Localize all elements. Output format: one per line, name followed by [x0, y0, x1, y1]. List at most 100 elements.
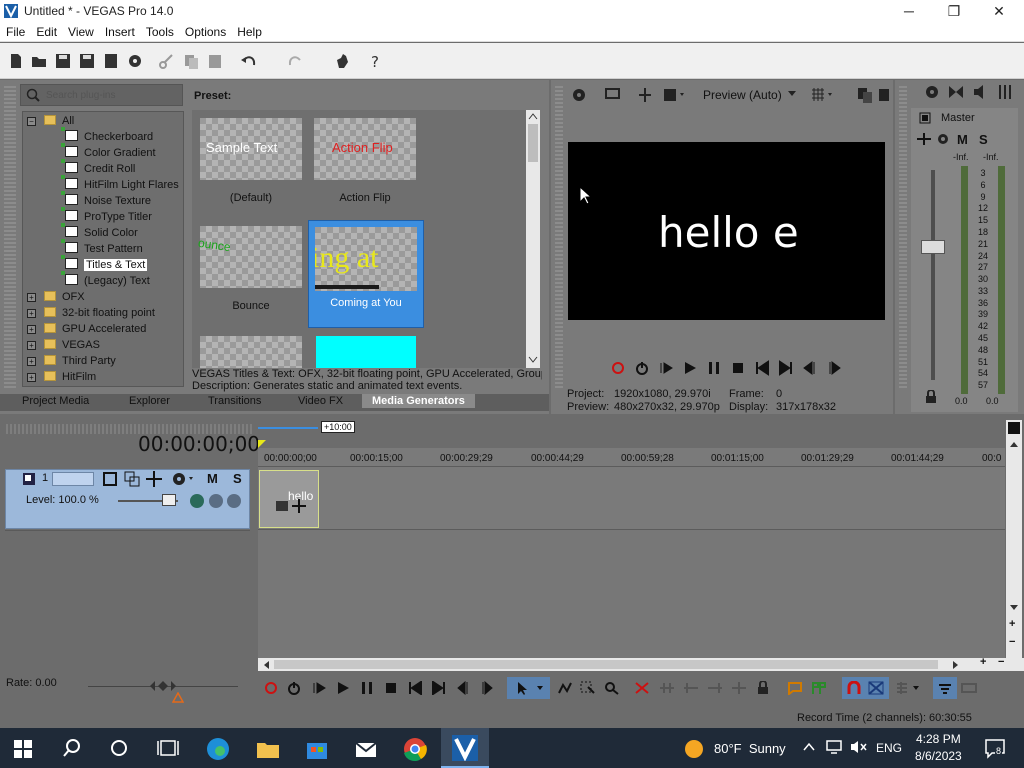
save-as-icon[interactable]	[78, 52, 96, 70]
menu-edit[interactable]: Edit	[30, 23, 62, 39]
mixer-sliders-icon[interactable]	[996, 84, 1014, 100]
record-icon[interactable]	[610, 360, 626, 376]
track-name-field[interactable]	[52, 472, 94, 486]
menu-options[interactable]: Options	[179, 23, 231, 39]
zoom-in-horizontal-button[interactable]: +	[980, 656, 986, 668]
lock-envelopes-toggle[interactable]	[933, 677, 957, 699]
preset-scroll-thumb[interactable]	[528, 124, 538, 162]
trim-start-icon[interactable]	[683, 681, 699, 695]
track-fx-icon[interactable]	[146, 471, 162, 487]
timeline-scroll-left-icon[interactable]	[262, 660, 270, 670]
preview-panel-grip[interactable]	[555, 84, 563, 390]
microsoft-store-icon[interactable]	[304, 736, 330, 762]
timeline-loop-icon[interactable]	[287, 681, 301, 695]
timeline-go-to-end-icon[interactable]	[432, 681, 446, 695]
preset-cyan-thumbnail[interactable]	[316, 336, 416, 368]
cut-icon[interactable]	[158, 52, 176, 70]
master-mute-button[interactable]: M	[957, 132, 968, 147]
preview-quality-icon[interactable]	[662, 86, 688, 104]
hand-icon[interactable]	[334, 52, 352, 70]
properties-gear-icon[interactable]	[126, 52, 144, 70]
event-fx-icon[interactable]	[292, 499, 306, 513]
weather-sun-icon[interactable]	[683, 738, 705, 760]
timeline-previous-frame-icon[interactable]	[456, 681, 470, 695]
ignore-grouping-icon[interactable]	[961, 681, 977, 695]
hello-text-clip[interactable]: hello	[259, 470, 319, 528]
split-screen-icon[interactable]	[636, 86, 654, 104]
loop-icon[interactable]	[634, 360, 650, 376]
tree-folder-item[interactable]: + GPU Accelerated	[27, 321, 146, 337]
tree-folder-item[interactable]: − All	[27, 113, 74, 129]
tree-plugin-item[interactable]: HitFilm Light Flares	[61, 175, 179, 193]
open-folder-icon[interactable]	[30, 52, 48, 70]
tree-plugin-item[interactable]: Credit Roll	[61, 159, 135, 177]
collapse-icon[interactable]: −	[27, 117, 36, 126]
tree-folder-item[interactable]: + VEGAS	[27, 337, 100, 353]
expand-icon[interactable]: +	[27, 341, 36, 350]
stop-icon[interactable]	[730, 360, 746, 376]
save-icon[interactable]	[54, 52, 72, 70]
chrome-icon[interactable]	[402, 736, 428, 762]
copy-snapshot-icon[interactable]	[856, 86, 874, 104]
preset-action-flip[interactable]: Action Flip Action Flip	[314, 118, 416, 204]
mail-icon[interactable]	[353, 736, 379, 762]
expand-icon[interactable]: +	[27, 325, 36, 334]
notification-center-button[interactable]: 8	[984, 737, 1006, 759]
new-file-icon[interactable]	[7, 52, 25, 70]
master-fader-handle[interactable]	[921, 240, 945, 254]
tree-plugin-item[interactable]: Solid Color	[61, 223, 138, 241]
mixer-panel-grip[interactable]	[899, 84, 907, 390]
video-track-lane[interactable]	[258, 466, 1005, 530]
save-snapshot-icon[interactable]	[877, 86, 891, 104]
undo-icon[interactable]	[240, 52, 258, 70]
marker-flag-icon[interactable]	[1008, 422, 1020, 434]
language-indicator[interactable]: ENG	[876, 741, 902, 755]
play-from-start-icon[interactable]	[658, 360, 674, 376]
clock-time[interactable]: 4:28 PM	[916, 732, 961, 746]
timeline-go-to-start-icon[interactable]	[408, 681, 422, 695]
expand-icon[interactable]: +	[27, 293, 36, 302]
track-settings-gear-icon[interactable]	[171, 471, 195, 487]
loop-region-marker-icon[interactable]	[258, 440, 266, 448]
next-frame-icon[interactable]	[826, 360, 842, 376]
event-lock-icon[interactable]	[755, 681, 771, 695]
timeline-play-icon[interactable]	[336, 681, 350, 695]
tree-folder-item[interactable]: + OFX	[27, 289, 85, 305]
preview-quality-dropdown[interactable]: Preview (Auto)	[703, 88, 782, 102]
minimize-button[interactable]: ─	[886, 0, 932, 23]
chevron-down-icon[interactable]	[788, 91, 796, 97]
mixer-gear-icon[interactable]	[924, 84, 942, 100]
menu-tools[interactable]: Tools	[140, 23, 179, 39]
menu-help[interactable]: Help	[231, 23, 267, 39]
previous-frame-icon[interactable]	[802, 360, 818, 376]
tray-chevron-up-icon[interactable]	[803, 742, 815, 752]
selection-edit-tool-icon[interactable]	[580, 681, 596, 695]
go-to-start-icon[interactable]	[754, 360, 770, 376]
auto-crossfade-icon[interactable]	[868, 681, 884, 695]
timeline-horizontal-scrollbar[interactable]: + −	[258, 656, 1024, 671]
zoom-out-horizontal-button[interactable]: −	[998, 656, 1004, 668]
help-pointer-icon[interactable]: ?	[366, 52, 384, 70]
overlays-grid-icon[interactable]	[810, 86, 836, 104]
track-solo-button[interactable]: S	[233, 471, 242, 486]
snapping-magnet-icon[interactable]	[846, 681, 862, 695]
timeline-pause-icon[interactable]	[360, 681, 374, 695]
tab-explorer[interactable]: Explorer	[129, 395, 170, 407]
preset-bounce[interactable]: ounce Bounce	[197, 226, 302, 312]
timeline-vertical-scrollbar[interactable]: + −	[1006, 420, 1022, 658]
weather-text[interactable]: 80°F Sunny	[714, 741, 786, 756]
envelope-edit-tool-icon[interactable]	[557, 681, 573, 695]
preset-thumbnail-partial[interactable]	[200, 336, 302, 368]
tree-plugin-item[interactable]: Color Gradient	[61, 143, 156, 161]
compositing-child-icons[interactable]	[188, 492, 246, 510]
timeline-scroll-right-icon[interactable]	[952, 660, 960, 670]
expand-icon[interactable]: +	[27, 373, 36, 382]
marker-bar[interactable]	[258, 421, 318, 429]
speaker-icon[interactable]	[972, 84, 990, 100]
rate-reset-icon[interactable]	[172, 692, 184, 703]
maximize-button[interactable]: ❐	[931, 0, 977, 23]
track-minimize-icon[interactable]	[22, 472, 36, 486]
zoom-edit-tool-icon[interactable]	[604, 681, 620, 695]
preset-default[interactable]: Sample Text (Default)	[200, 118, 302, 204]
timeline-scroll-up-icon[interactable]	[1009, 440, 1019, 448]
